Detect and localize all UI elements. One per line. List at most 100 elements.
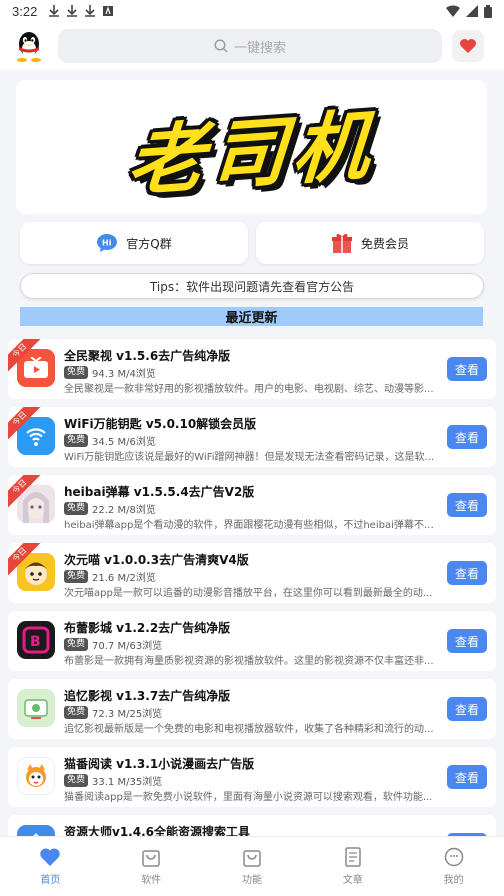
tips-text: Tips：软件出现问题请先查看官方公告	[149, 279, 355, 294]
app-title: WiFi万能钥匙 v5.0.10解锁会员版	[64, 417, 257, 431]
section-title-text: 最近更新	[225, 311, 278, 326]
app-title: 追忆影视 v1.3.7去广告纯净版	[64, 689, 231, 703]
app-size-views: 94.3 M/4浏览	[92, 369, 156, 380]
tab-home[interactable]: 首页	[0, 837, 101, 896]
search-input[interactable]: 一键搜索	[58, 29, 442, 63]
app-meta: 免费 22.2 M/8浏览	[64, 501, 156, 516]
buley-cinema-icon: B	[17, 621, 55, 659]
battery-icon	[484, 4, 492, 18]
search-icon	[214, 39, 228, 53]
free-badge: 免费	[64, 502, 89, 515]
list-item[interactable]: 今日 全民聚视 v1.5.6去广告纯净版 免费 94.3 M/4浏览 全民聚视是…	[8, 339, 496, 399]
free-badge: 免费	[64, 774, 89, 787]
view-button[interactable]: 查看	[447, 765, 487, 789]
app-size-views: 22.2 M/8浏览	[92, 505, 156, 516]
free-badge: 免费	[64, 434, 89, 447]
svg-text:B: B	[30, 634, 41, 650]
qq-penguin-icon[interactable]	[12, 29, 46, 63]
app-title: heibai弹幕 v1.5.5.4去广告V2版	[64, 485, 255, 499]
app-description: 全民聚视是一款非常好用的影视播放软件。用户的电影、电视剧、综艺、动漫等影...	[64, 384, 434, 395]
app-title: 次元喵 v1.0.0.3去广告清爽V4版	[64, 553, 249, 567]
app-notification-icon	[103, 6, 114, 16]
bag-icon	[142, 850, 160, 867]
heart-icon	[40, 848, 61, 866]
signal-icon	[466, 5, 478, 17]
view-button[interactable]: 查看	[447, 561, 487, 585]
app-meta: 免费 21.6 M/2浏览	[64, 569, 156, 584]
free-badge: 免费	[64, 570, 89, 583]
free-vip-label: 免费会员	[360, 236, 409, 251]
download-icon	[85, 5, 96, 17]
list-item[interactable]: B 布蕾影城 v1.2.2去广告纯净版 免费 70.7 M/63浏览 布蕾影是一…	[8, 611, 496, 671]
view-button[interactable]: 查看	[447, 357, 487, 381]
svg-text:Hi: Hi	[102, 239, 112, 248]
app-size-views: 70.7 M/63浏览	[92, 641, 163, 652]
tab-mine[interactable]: 我的	[403, 837, 504, 896]
tab-label: 我的	[443, 875, 464, 886]
app-description: 猫番阅读app是一款免费小说软件，里面有海量小说资源可以搜索观看，软件功能...	[64, 792, 433, 803]
search-placeholder: 一键搜索	[233, 40, 286, 56]
app-description: WiFi万能钥匙应该说是最好的WiFi蹭网神器！但是发现无法查看密码记录，这是软…	[64, 452, 435, 463]
app-meta: 免费 33.1 M/35浏览	[64, 773, 162, 788]
app-description: 布蕾影是一款拥有海量质影视资源的影视播放软件。这里的影视资源不仅丰富还非...	[64, 656, 434, 667]
app-title: 全民聚视 v1.5.6去广告纯净版	[64, 349, 231, 363]
app-title: 布蕾影城 v1.2.2去广告纯净版	[64, 621, 231, 635]
tab-label: 软件	[141, 875, 162, 886]
status-bar: 3:22	[0, 0, 504, 22]
status-time: 3:22	[12, 3, 38, 19]
bottom-tab-bar: 首页 软件 功能 文章 我的	[0, 836, 504, 896]
free-badge: 免费	[64, 366, 89, 379]
list-item[interactable]: 今日 WiFi万能钥匙 v5.0.10解锁会员版 免费 34.5 M/6浏览 W…	[8, 407, 496, 467]
zhuiyi-film-icon	[17, 689, 55, 727]
banner-title: 老司机	[124, 100, 379, 207]
app-size-views: 33.1 M/35浏览	[92, 777, 163, 788]
view-button[interactable]: 查看	[447, 697, 487, 721]
list-item[interactable]: 今日 次元喵 v1.0.0.3去广告清爽V4版 免费 21.6 M/2浏览 次元…	[8, 543, 496, 603]
official-qq-group-button[interactable]: Hi 官方Q群	[20, 222, 248, 264]
list-item[interactable]: 今日 heibai弹幕 v1.5.5.4去广告V2版 免费 22.2 M/8浏览…	[8, 475, 496, 535]
notification-icons	[49, 5, 114, 17]
app-description: 追忆影视最新版是一个免费的电影和电视播放器软件，收集了各种精彩和流行的动...	[64, 724, 434, 735]
heart-icon	[460, 39, 476, 53]
tab-label: 文章	[342, 875, 363, 886]
app-meta: 免费 70.7 M/63浏览	[64, 637, 162, 652]
favorites-button[interactable]	[452, 30, 484, 62]
top-bar: 一键搜索	[0, 22, 504, 70]
free-vip-button[interactable]: 免费会员	[256, 222, 484, 264]
view-button[interactable]: 查看	[447, 493, 487, 517]
tab-software[interactable]: 软件	[101, 837, 202, 896]
wifi-icon	[446, 5, 460, 17]
list-item[interactable]: 猫番阅读 v1.3.1小说漫画去广告版 免费 33.1 M/35浏览 猫番阅读a…	[8, 747, 496, 807]
cat-reading-icon	[17, 757, 55, 795]
app-description: 次元喵app是一款可以追番的动漫影音播放平台，在这里你可以看到最新最全的动...	[64, 588, 433, 599]
section-title-recent-updates: 最近更新	[20, 307, 483, 326]
banner[interactable]: 老司机	[16, 80, 487, 214]
official-qq-group-label: 官方Q群	[126, 236, 172, 251]
download-icon	[49, 5, 60, 17]
smiley-icon	[444, 847, 463, 867]
tab-features[interactable]: 功能	[202, 837, 303, 896]
app-meta: 免费 94.3 M/4浏览	[64, 365, 156, 380]
app-size-views: 72.3 M/25浏览	[92, 709, 163, 720]
gift-icon	[331, 233, 352, 253]
tab-label: 功能	[241, 875, 262, 886]
app-meta: 免费 34.5 M/6浏览	[64, 433, 156, 448]
app-title: 猫番阅读 v1.3.1小说漫画去广告版	[64, 757, 255, 771]
app-size-views: 34.5 M/6浏览	[92, 437, 156, 448]
system-icons	[446, 4, 492, 18]
app-size-views: 21.6 M/2浏览	[92, 573, 156, 584]
tips-notice[interactable]: Tips：软件出现问题请先查看官方公告	[20, 273, 484, 299]
bag-icon	[243, 850, 261, 867]
list-item[interactable]: 追忆影视 v1.3.7去广告纯净版 免费 72.3 M/25浏览 追忆影视最新版…	[8, 679, 496, 739]
view-button[interactable]: 查看	[447, 629, 487, 653]
hi-chat-icon: Hi	[97, 234, 118, 252]
view-button[interactable]: 查看	[447, 425, 487, 449]
tab-label: 首页	[40, 875, 61, 886]
download-icon	[67, 5, 78, 17]
free-badge: 免费	[64, 638, 89, 651]
free-badge: 免费	[64, 706, 89, 719]
tab-articles[interactable]: 文章	[302, 837, 403, 896]
document-icon	[345, 847, 361, 867]
app-description: heibai弹幕app是个看动漫的软件，界面跟樱花动漫有些相似，不过heibai…	[64, 520, 436, 531]
app-meta: 免费 72.3 M/25浏览	[64, 705, 162, 720]
